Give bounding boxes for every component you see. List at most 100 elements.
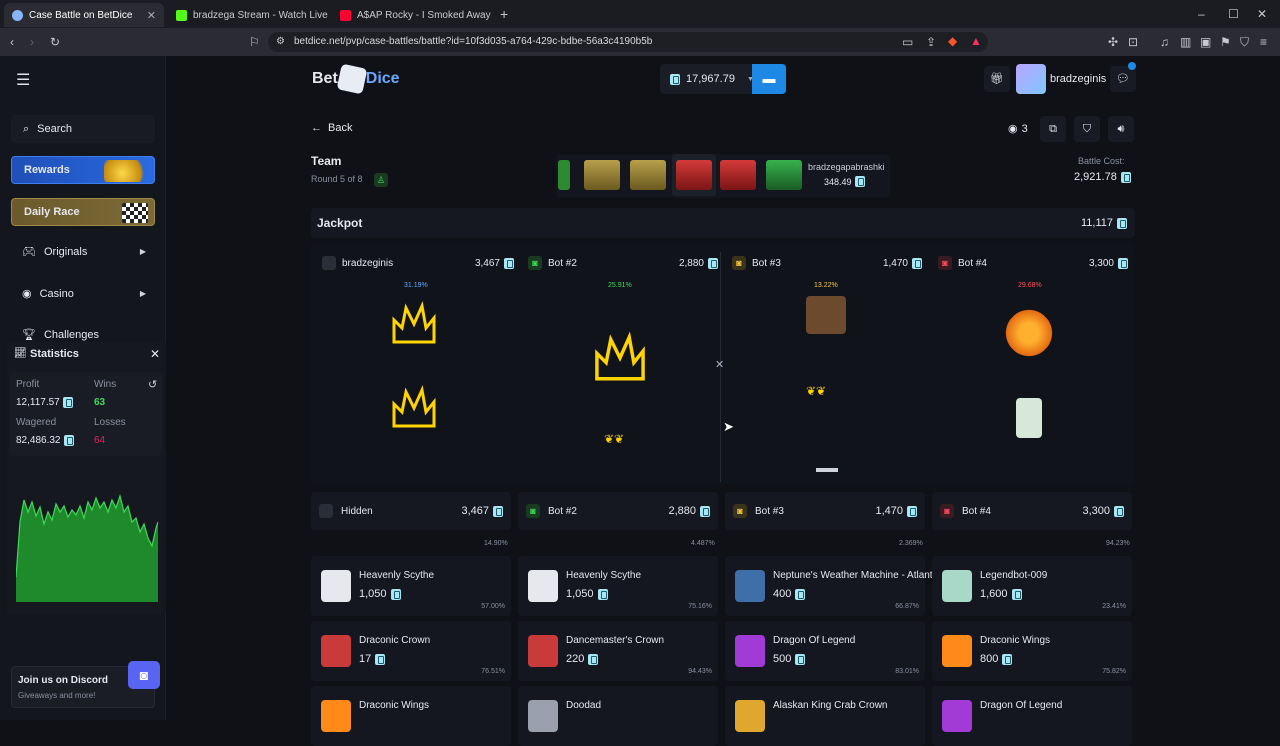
item-name: Alaskan King Crab Crown [773,700,888,711]
item-card: Draconic Wings 800 75.82% [932,621,1132,681]
crown-icon [528,635,558,667]
username[interactable]: bradzeginis [1050,73,1106,85]
wagered-value: 82,486.32 [16,435,74,446]
wins-label: Wins [94,379,117,390]
wins-value: 63 [94,397,106,408]
browser-toolbar: ‹ › ↻ ⚐ ⚙ betdice.net/pvp/case-battles/b… [0,28,1280,56]
gem-icon [907,505,917,517]
volume-icon: 🔊︎ [1117,123,1125,135]
reload-icon[interactable]: ↻ [50,35,60,49]
brave-rewards-icon[interactable]: ▲ [970,34,982,48]
hamburger-menu-icon[interactable]: ☰ [16,70,30,90]
deposit-button[interactable]: ▬ [752,64,786,94]
tab-title: bradzega Stream - Watch Live on Kick [193,9,328,21]
item-card: Dragon Of Legend [932,686,1132,746]
sidebar-item-challenges[interactable]: 🏆︎ Challenges [22,328,146,342]
item-card: Draconic Crown 17 76.51% [311,621,511,681]
shield-icon[interactable]: ⛉ [1240,35,1249,49]
summary-card-bot-3: ◙ Bot #3 1,470 [725,492,925,530]
gem-icon [795,653,806,665]
item-price-value: 17 [359,653,372,665]
cast-icon[interactable]: ▭ [902,35,913,49]
red-case-icon [720,160,756,190]
gem-icon [1114,505,1124,517]
gem-icon [1118,257,1128,269]
menu-icon[interactable]: ≡ [1260,35,1267,49]
bookmark-icon[interactable]: ⚐ [249,35,260,49]
viewers-value: 3 [1021,122,1028,135]
vpn-icon[interactable]: ⚑ [1220,35,1231,49]
search-button[interactable]: ⌕ Search [11,115,155,143]
fairness-button[interactable]: ⛉ [1074,116,1100,142]
sidebar-toggle-icon[interactable]: ▥ [1180,35,1191,49]
sound-button[interactable]: 🔊︎ [1108,116,1134,142]
statistics-title: Statistics [30,348,79,360]
player-name: bradzeginis [342,257,394,269]
player-value: 3,467 [474,257,500,269]
casino-label: Casino [39,287,74,300]
case-value: 348.49 [824,176,865,187]
minimize-icon[interactable]: – [1198,7,1205,21]
golden-crown-icon [595,331,645,381]
reset-stats-icon[interactable]: ↺ [148,378,157,391]
tab-kick-stream[interactable]: bradzega Stream - Watch Live on Kick [168,3,328,27]
profit-chart [16,493,158,602]
share-icon[interactable]: ⇪ [926,35,936,49]
back-label: Back [328,122,353,134]
maximize-icon[interactable]: ☐ [1228,7,1239,21]
item-drop-chance: 83.01% [895,668,919,675]
battle-close-icon[interactable]: ✕ [715,358,724,371]
betdice-logo[interactable]: Bet Dice [312,63,400,95]
wallet-icon[interactable]: ▣ [1200,35,1211,49]
item-price: 500 [773,653,806,665]
bot-red-icon: ◙ [940,504,954,518]
close-tab-icon[interactable]: ✕ [147,9,156,22]
case-strip: bradzegapabrashki 348.49 [556,154,890,198]
gold-case-icon [630,160,666,190]
site-info-icon[interactable]: ⚙ [276,35,285,49]
gift-button[interactable]: 🎁︎ [984,66,1010,92]
item-card: Heavenly Scythe 1,050 75.16% [518,556,718,616]
rewards-button[interactable]: Rewards [11,156,155,184]
copy-button[interactable]: ⧉ [1040,116,1066,142]
wings-icon [942,635,972,667]
avatar[interactable] [1016,64,1046,94]
tab-case-battle[interactable]: Case Battle on BetDice ✕ [4,3,164,27]
summary-card-hidden: Hidden 3,467 [311,492,511,530]
sidebar-item-casino[interactable]: ◉ Casino ▶ [22,287,146,301]
chevron-right-icon: ▶ [139,289,146,298]
summary-name: Bot #2 [548,505,577,517]
window-close-icon[interactable]: ✕ [1257,7,1267,21]
address-bar-input[interactable]: ⚙ betdice.net/pvp/case-battles/battle?id… [268,32,988,52]
arrow-left-icon: ← [311,122,322,134]
screenshot-icon[interactable]: ⊡ [1128,35,1138,49]
new-tab-button[interactable]: + [500,7,508,21]
notification-dot [1128,62,1136,70]
crab-crown-icon [735,700,765,732]
item-card: Doodad [518,686,718,746]
summary-value: 1,470 [875,505,903,517]
tab-youtube[interactable]: A$AP Rocky - I Smoked Away My [332,3,492,27]
search-label: Search [37,123,73,135]
tab-title: Case Battle on BetDice [29,9,133,21]
gem-icon [390,588,401,600]
media-icon[interactable]: ♫ [1160,35,1169,49]
summary-value: 3,467 [461,505,489,517]
discord-banner[interactable]: Join us on Discord Giveaways and more! ◙ [11,661,160,708]
sidebar-item-originals[interactable]: 🎮︎ Originals ▶ [22,245,146,259]
back-nav-icon[interactable]: ‹ [10,35,14,49]
close-statistics-icon[interactable]: ✕ [150,347,160,361]
summary-value: 2,880 [668,505,696,517]
main-content: Bet Dice 17,967.79 ▼ ▬ 🎁︎ bradzeginis 💬︎… [166,56,1280,746]
brave-shield-icon[interactable]: ◆ [948,34,957,48]
gem-icon [912,257,922,269]
item-drop-chance: 57.00% [481,603,505,610]
golden-wings-icon: ❦❦ [806,384,827,398]
item-price-value: 1,050 [566,588,594,600]
forward-nav-icon[interactable]: › [30,35,34,49]
extensions-icon[interactable]: ✣ [1108,35,1118,49]
back-button[interactable]: ← Back [311,122,352,134]
summary-percent: 94.23% [1106,540,1130,547]
player-percent: 25.91% [608,282,632,289]
daily-race-button[interactable]: Daily Race [11,198,155,226]
